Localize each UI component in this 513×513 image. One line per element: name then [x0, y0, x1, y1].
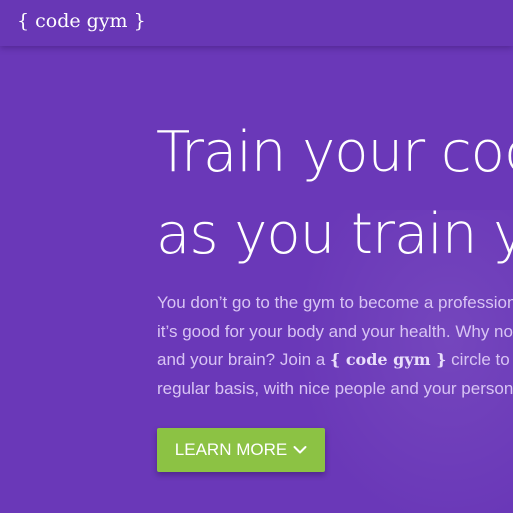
- hero-description-line: regular basis, with nice people and your…: [157, 378, 513, 398]
- hero-description-line: it’s good for your body and your health.…: [157, 321, 513, 341]
- hero-title: Train your code as you train your: [156, 112, 513, 276]
- hero-description-text: and your brain? Join a: [157, 350, 330, 369]
- navbar: { code gym }: [0, 0, 513, 46]
- chevron-down-icon: [293, 446, 307, 454]
- hero-title-line: Train your code: [156, 120, 513, 185]
- hero-description-line: You don’t go to the gym to become a prof…: [157, 293, 513, 312]
- learn-more-button[interactable]: LEARN MORE: [157, 428, 325, 472]
- learn-more-label: LEARN MORE: [174, 440, 288, 459]
- inline-logo: { code gym }: [329, 350, 447, 369]
- hero-description-text: circle to: [446, 350, 510, 369]
- hero-description-line: and your brain? Join a { code gym } circ…: [157, 346, 513, 375]
- page: { code gym } Train your code as you trai…: [0, 0, 513, 513]
- hero-description: You don’t go to the gym to become a prof…: [157, 289, 513, 403]
- site-logo[interactable]: { code gym }: [17, 10, 146, 32]
- hero-title-line: as you train your: [156, 202, 513, 267]
